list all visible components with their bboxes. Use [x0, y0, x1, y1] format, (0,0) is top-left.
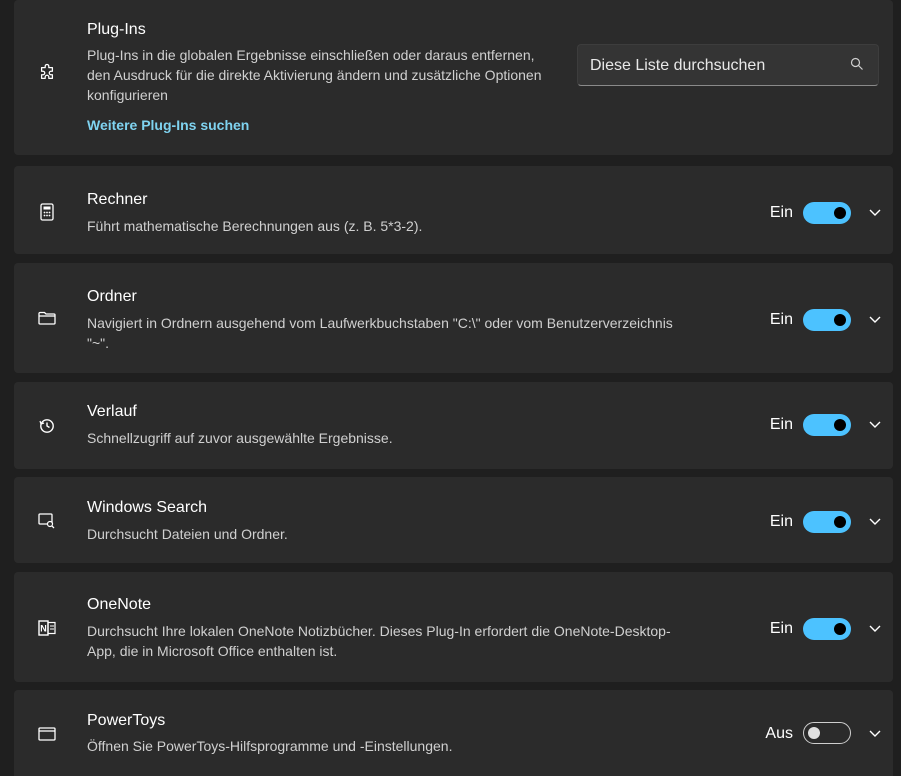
toggle-knob [834, 623, 846, 635]
plugin-toggle[interactable] [803, 722, 851, 744]
toggle-knob [834, 314, 846, 326]
folder-icon [38, 309, 56, 327]
toggle-knob [834, 516, 846, 528]
plugin-row-powertoys[interactable]: PowerToys Öffnen Sie PowerToys-Hilfsprog… [14, 690, 893, 776]
chevron-down-icon[interactable] [867, 311, 883, 327]
plugin-description: Durchsucht Ihre lokalen OneNote Notizbüc… [87, 623, 671, 659]
windows-search-icon [38, 512, 56, 530]
toggle-state-label: Ein [769, 416, 793, 433]
onenote-icon: N [38, 619, 56, 637]
plugin-description: Navigiert in Ordnern ausgehend vom Laufw… [87, 315, 673, 351]
plugin-toggle[interactable] [803, 618, 851, 640]
chevron-down-icon[interactable] [867, 204, 883, 220]
chevron-down-icon[interactable] [867, 725, 883, 741]
search-input[interactable] [578, 45, 852, 87]
toggle-state-label: Ein [769, 620, 793, 637]
search-box [577, 44, 879, 87]
search-icon[interactable] [850, 57, 864, 71]
chevron-down-icon[interactable] [867, 513, 883, 529]
more-plugins-link[interactable]: Weitere Plug-Ins suchen [87, 117, 249, 133]
plugin-title: Windows Search [87, 499, 208, 516]
history-icon [38, 417, 56, 435]
plugin-toggle[interactable] [803, 202, 851, 224]
toggle-state-label: Ein [769, 204, 793, 221]
window-icon [38, 725, 56, 743]
plugin-title: Rechner [87, 191, 148, 208]
plugin-description: Durchsucht Dateien und Ordner. [87, 526, 288, 542]
plugin-title: Ordner [87, 288, 137, 305]
plugin-row-verlauf[interactable]: Verlauf Schnellzugriff auf zuvor ausgewä… [14, 382, 893, 469]
toggle-knob [808, 727, 820, 739]
plugins-settings-page: Plug-Ins Plug-Ins in die globalen Ergebn… [0, 0, 901, 776]
plugin-row-ordner[interactable]: Ordner Navigiert in Ordnern ausgehend vo… [14, 263, 893, 373]
plugin-row-onenote[interactable]: N OneNote Durchsucht Ihre lokalen OneNot… [14, 572, 893, 682]
toggle-state-label: Aus [765, 725, 793, 742]
plugin-title: Verlauf [87, 403, 137, 420]
plugin-toggle[interactable] [803, 309, 851, 331]
toggle-knob [834, 419, 846, 431]
plugin-toggle[interactable] [803, 511, 851, 533]
plugin-row-windows-search[interactable]: Windows Search Durchsucht Dateien und Or… [14, 477, 893, 563]
plugins-title: Plug-Ins [87, 21, 146, 38]
puzzle-icon [38, 63, 56, 82]
chevron-down-icon[interactable] [867, 416, 883, 432]
plugins-header-card: Plug-Ins Plug-Ins in die globalen Ergebn… [14, 0, 893, 155]
plugins-description: Plug-Ins in die globalen Ergebnisse eins… [87, 47, 542, 103]
calculator-icon [38, 203, 56, 221]
toggle-state-label: Ein [769, 311, 793, 328]
plugin-title: OneNote [87, 596, 152, 613]
plugin-description: Führt mathematische Berechnungen aus (z.… [87, 218, 423, 234]
svg-text:N: N [40, 624, 47, 634]
chevron-down-icon[interactable] [867, 620, 883, 636]
toggle-state-label: Ein [769, 513, 793, 530]
plugin-description: Öffnen Sie PowerToys-Hilfsprogramme und … [87, 738, 453, 754]
plugin-title: PowerToys [87, 712, 166, 729]
plugin-description: Schnellzugriff auf zuvor ausgewählte Erg… [87, 430, 393, 446]
plugin-toggle[interactable] [803, 414, 851, 436]
toggle-knob [834, 207, 846, 219]
plugin-row-rechner[interactable]: Rechner Führt mathematische Berechnungen… [14, 166, 893, 254]
